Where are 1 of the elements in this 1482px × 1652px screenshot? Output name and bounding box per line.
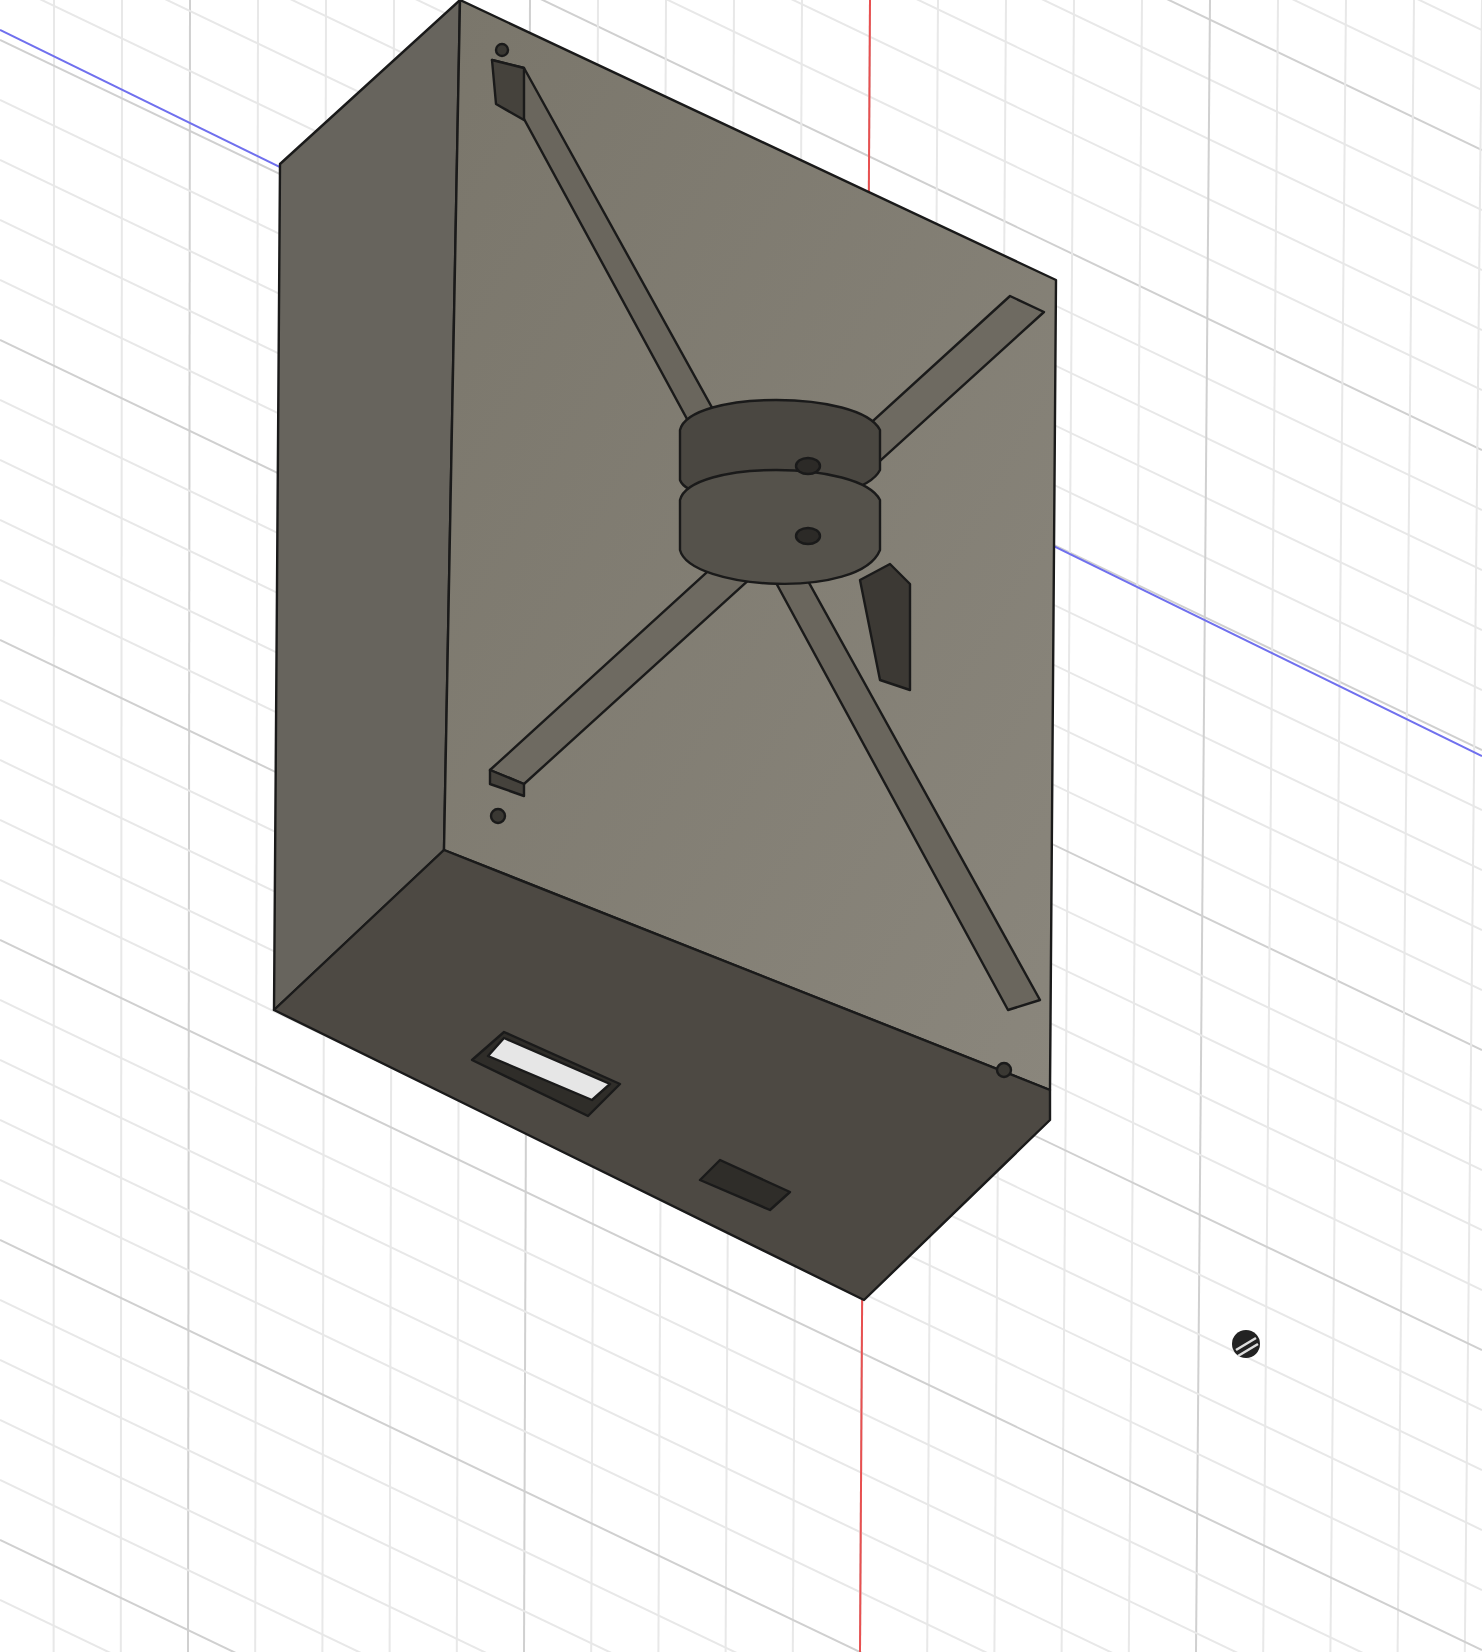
- marker-icon[interactable]: [1232, 1330, 1260, 1358]
